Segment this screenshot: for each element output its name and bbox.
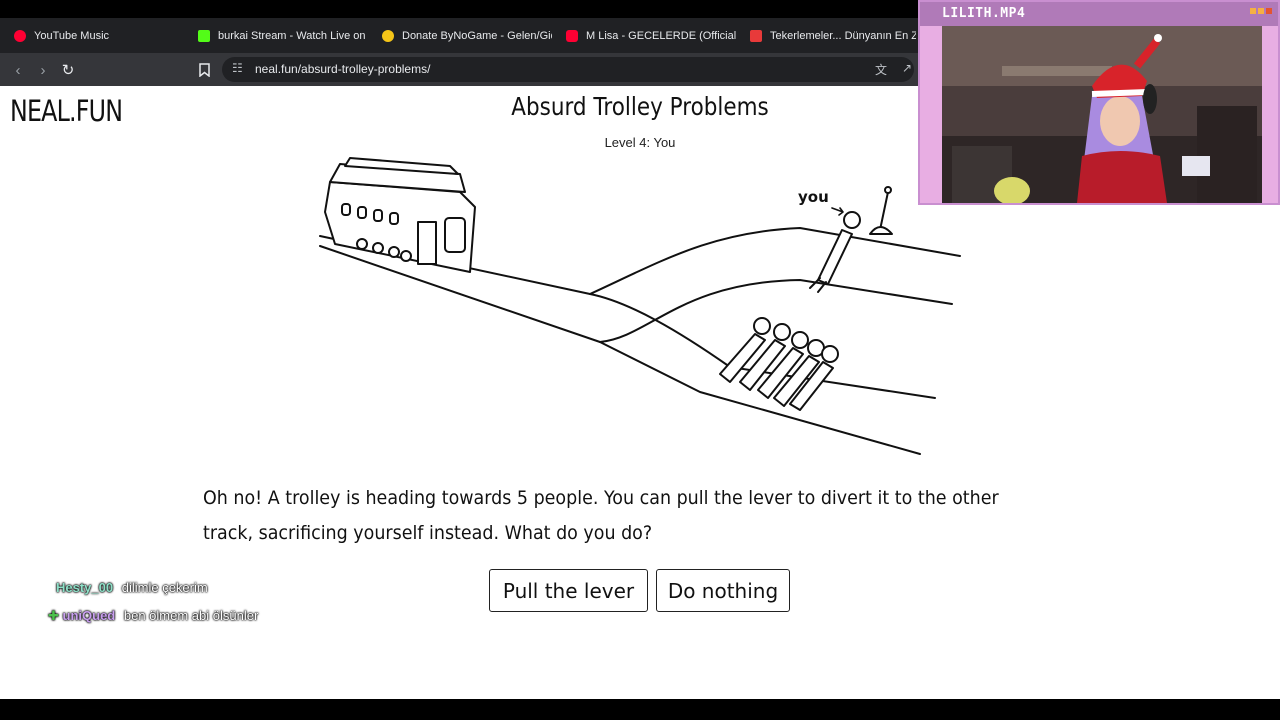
- chat-text: dilimle çekerim: [121, 580, 208, 595]
- tab-tekerlemeler[interactable]: Tekerlemeler... Dünyanın En Zor: [740, 18, 916, 53]
- you-label: you: [798, 188, 829, 206]
- page-title: Absurd Trolley Problems: [511, 92, 769, 121]
- reload-icon[interactable]: ↻: [58, 60, 78, 80]
- webcam-feed: [942, 26, 1262, 203]
- pull-lever-button[interactable]: Pull the lever: [489, 569, 648, 612]
- you-arrow: [831, 207, 844, 216]
- tab-donate[interactable]: Donate ByNoGame - Gelen/Gid: [372, 18, 552, 53]
- upper-track-rail: [589, 227, 961, 295]
- site-icon: [750, 29, 762, 42]
- five-people-group: [719, 317, 839, 411]
- trolley-scene-illustration: you: [319, 157, 961, 455]
- you-person: [809, 211, 861, 293]
- chat-badge-icon: ✚: [48, 608, 59, 623]
- url-text: neal.fun/absurd-trolley-problems/: [255, 62, 431, 76]
- browser-toolbar: ‹ › ↻ ☷ neal.fun/absurd-trolley-problems…: [0, 53, 918, 86]
- letterbox-bar: [0, 699, 1280, 720]
- maximize-icon: [1258, 8, 1264, 14]
- kick-icon: [198, 29, 210, 42]
- address-bar[interactable]: ☷ neal.fun/absurd-trolley-problems/ 文 ↗: [222, 57, 914, 82]
- tab-label: Tekerlemeler... Dünyanın En Zor: [770, 29, 916, 42]
- close-icon: [1266, 8, 1272, 14]
- streamer-video-frame: [942, 26, 1262, 203]
- chat-username: Hesty_00: [56, 580, 114, 595]
- tab-youtube-video[interactable]: M Lisa - GECELERDE (Official Ly: [556, 18, 736, 53]
- do-nothing-button[interactable]: Do nothing: [656, 569, 790, 612]
- site-settings-icon[interactable]: ☷: [232, 61, 243, 75]
- tab-label: burkai Stream - Watch Live on K: [218, 29, 368, 42]
- tab-label: Donate ByNoGame - Gelen/Gid: [402, 29, 552, 42]
- minimize-icon: [1250, 8, 1256, 14]
- translate-icon[interactable]: 文: [875, 61, 887, 78]
- tab-label: M Lisa - GECELERDE (Official Ly: [586, 29, 736, 42]
- share-icon[interactable]: ↗: [902, 61, 912, 75]
- tab-youtube-music[interactable]: YouTube Music: [4, 18, 184, 53]
- webcam-overlay: LILITH.MP4: [918, 0, 1280, 205]
- chat-message: ✚ uniQued ben ölmem abi ölsünler: [48, 608, 258, 624]
- site-logo[interactable]: NEAL.FUN: [10, 94, 123, 128]
- tab-kick-stream[interactable]: burkai Stream - Watch Live on K: [188, 18, 368, 53]
- bookmark-icon[interactable]: [194, 60, 214, 80]
- webcam-title: LILITH.MP4: [920, 2, 1278, 26]
- webcam-window-buttons: [1250, 8, 1272, 14]
- question-text: Oh no! A trolley is heading towards 5 pe…: [203, 487, 999, 544]
- back-icon[interactable]: ‹: [8, 60, 28, 80]
- youtube-icon: [566, 29, 578, 42]
- browser-tab-strip: YouTube Music burkai Stream - Watch Live…: [0, 18, 918, 53]
- lower-track-rail: [589, 293, 936, 399]
- chat-message: Hesty_00 dilimle çekerim: [56, 580, 208, 595]
- bynogame-icon: [382, 29, 394, 42]
- level-label: Level 4: You: [604, 135, 676, 150]
- tab-label: YouTube Music: [34, 29, 110, 42]
- chat-username: uniQued: [62, 608, 116, 623]
- lever: [869, 186, 893, 235]
- chat-text: ben ölmem abi ölsünler: [123, 608, 259, 623]
- youtube-music-icon: [14, 29, 26, 42]
- forward-icon[interactable]: ›: [33, 60, 53, 80]
